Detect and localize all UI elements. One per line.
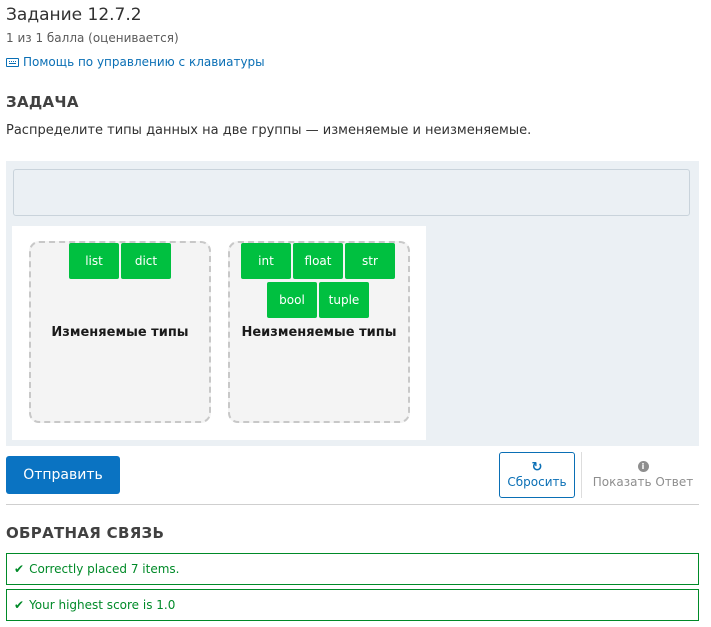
feedback-text: Correctly placed 7 items. bbox=[29, 562, 180, 576]
zone-immutable[interactable]: int float str bool tuple Неизменяемые ти… bbox=[228, 241, 410, 423]
feedback-message: ✔ Correctly placed 7 items. bbox=[6, 553, 699, 585]
info-icon: i bbox=[637, 461, 649, 472]
feedback-text: Your highest score is 1.0 bbox=[29, 598, 176, 612]
reset-button[interactable]: ↻ Сбросить bbox=[499, 452, 575, 498]
problem-section-title: ЗАДАЧА bbox=[6, 93, 79, 111]
drag-and-drop-area: list dict Изменяемые типы int float str … bbox=[6, 161, 699, 446]
target-image: list dict Изменяемые типы int float str … bbox=[12, 226, 426, 440]
item-bank[interactable] bbox=[13, 169, 690, 216]
item-int[interactable]: int bbox=[241, 243, 291, 279]
zone-mutable[interactable]: list dict Изменяемые типы bbox=[29, 241, 211, 423]
keyboard-icon bbox=[6, 57, 19, 67]
problem-prompt: Распределите типы данных на две группы —… bbox=[6, 123, 532, 138]
item-dict[interactable]: dict bbox=[121, 243, 171, 279]
item-bool[interactable]: bool bbox=[267, 282, 317, 318]
item-str[interactable]: str bbox=[345, 243, 395, 279]
keyboard-help-label: Помощь по управлению с клавиатуры bbox=[23, 55, 265, 69]
section-divider bbox=[6, 504, 699, 505]
check-icon: ✔ bbox=[14, 598, 25, 612]
feedback-section-title: ОБРАТНАЯ СВЯЗЬ bbox=[6, 524, 165, 542]
submit-button[interactable]: Отправить bbox=[6, 456, 120, 494]
zone-label-immutable: Неизменяемые типы bbox=[241, 325, 397, 340]
check-icon: ✔ bbox=[14, 562, 25, 576]
problem-title: Задание 12.7.2 bbox=[6, 5, 142, 25]
zone-label-mutable: Изменяемые типы bbox=[51, 325, 189, 340]
show-answer-button[interactable]: i Показать Ответ bbox=[588, 452, 698, 498]
item-list[interactable]: list bbox=[69, 243, 119, 279]
action-divider bbox=[581, 452, 582, 498]
reset-label: Сбросить bbox=[507, 475, 567, 489]
refresh-icon: ↻ bbox=[531, 460, 543, 475]
item-tuple[interactable]: tuple bbox=[319, 282, 369, 318]
show-answer-label: Показать Ответ bbox=[592, 475, 694, 489]
score-text: 1 из 1 балла (оценивается) bbox=[6, 31, 179, 45]
keyboard-help-link[interactable]: Помощь по управлению с клавиатуры bbox=[6, 55, 265, 69]
item-float[interactable]: float bbox=[293, 243, 343, 279]
feedback-message: ✔ Your highest score is 1.0 bbox=[6, 589, 699, 621]
